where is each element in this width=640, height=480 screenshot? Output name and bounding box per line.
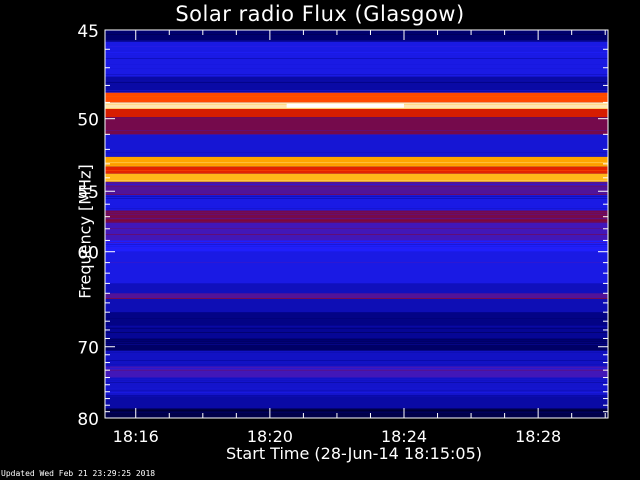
spectrogram-texture-line [105,388,608,389]
spectrogram-texture-line [105,164,608,165]
y-axis-label: Frequency [MHz] [75,164,95,299]
spectrogram-texture-line [105,194,608,195]
spectrogram-texture-line [105,318,608,319]
spectrogram-texture-line [105,92,608,93]
spectrogram-texture-line [105,96,608,97]
spectrogram-texture-line [105,80,608,81]
spectrogram-texture-line [105,208,608,209]
spectrogram-texture-line [105,52,608,53]
spectrogram-texture-line [105,364,608,365]
spectrogram-texture-line [105,392,608,393]
spectrogram-texture-line [105,242,608,243]
spectrogram-texture-line [105,378,608,379]
spectrogram-texture-line [105,410,608,411]
spectrogram-texture-line [105,46,608,47]
spectrogram-texture-line [105,162,608,163]
spectrogram-texture-line [105,218,608,219]
spectrogram-texture-line [105,186,608,187]
spectrogram-texture-line [105,74,608,75]
spectrogram-texture-line [105,222,608,223]
spectrogram-texture-line [105,82,608,83]
spectrogram-texture-line [105,64,608,65]
spectrogram-texture-line [105,360,608,361]
spectrogram-texture-line [105,338,608,339]
spectrogram-texture-line [105,212,608,213]
x-axis-label: Start Time (28-Jun-14 18:15:05) [226,444,482,463]
spectrogram-texture-line [105,344,608,345]
spectrogram-band [105,251,608,284]
spectrogram-texture-line [105,298,608,299]
spectrogram-band [105,30,608,42]
spectrogram-plot: 45505560708018:16 18:20 18:24 18:28 [77,22,609,446]
spectrogram-texture-line [105,328,608,329]
spectrogram-texture-line [105,368,608,369]
spectrogram-texture-line [105,390,608,391]
spectrogram-texture-line [105,108,608,109]
spectrogram-band [105,395,608,409]
spectrogram-texture-line [105,170,608,171]
spectrogram-texture-line [105,326,608,327]
spectrogram-texture-line [105,342,608,343]
spectrogram-band [105,92,608,103]
spectrogram-texture-line [105,412,608,413]
spectrogram-texture-line [105,228,608,229]
spectrogram-texture-line [105,244,608,245]
spectrogram-texture-line [105,220,608,221]
spectrogram-texture-line [105,340,608,341]
spectrogram-band [105,76,608,93]
spectrogram-texture-line [105,214,608,215]
spectrogram-texture-line [105,262,608,263]
spectrogram-texture-line [105,130,608,131]
spectrogram-texture-line [105,58,608,59]
spectrogram-texture-line [105,370,608,371]
spectrogram-band [105,283,608,294]
spectrogram-texture-line [105,50,608,51]
spectrogram-band [105,222,608,241]
spectrogram-texture-line [105,134,608,135]
spectrogram-texture-line [105,180,608,181]
spectrogram-band [105,408,608,418]
spectrogram-texture-line [105,198,608,199]
spectrogram-texture-line [105,90,608,91]
spectrogram-texture-line [105,206,608,207]
spectrogram-texture-line [105,352,608,353]
spectrogram-band [105,117,608,135]
chart-title: Solar radio Flux (Glasgow) [175,2,465,26]
spectrogram-texture-line [105,240,608,241]
spectrogram-texture-line [105,234,608,235]
updated-timestamp: Updated Wed Feb 21 23:29:25 2018 [1,469,156,478]
spectrogram-texture-line [105,396,608,397]
spectrogram-texture-line [105,68,608,69]
y-tick-label: 50 [77,111,99,131]
spectrogram-texture-line [105,332,608,333]
spectrogram-band [105,299,608,313]
spectrogram-texture-line [105,152,608,153]
y-tick-label: 80 [77,410,99,430]
spectrogram-band [105,108,608,118]
spectrogram-texture-line [105,196,608,197]
spectrogram-texture-line [105,184,608,185]
spectrogram-texture-line [105,156,608,157]
spectrogram-texture-line [105,118,608,119]
y-tick-label: 70 [77,339,99,359]
spectrogram-texture-line [105,246,608,247]
spectrogram-texture-line [105,248,608,249]
spectrogram-band [105,156,608,167]
spectrogram-texture-line [105,382,608,383]
spectrogram-texture-line [105,40,608,41]
spectrogram-band [105,181,608,196]
spectrogram-figure: 45 50 55 60 70 80 18:16 18:20 18:24 18:28 Solar r… [0,0,640,480]
spectrogram-texture-line [105,34,608,35]
spectrogram-texture-line [105,54,608,55]
spectrogram-band [105,134,608,157]
hot-streak [286,103,405,108]
spectrogram-texture-line [105,380,608,381]
spectrogram-texture-line [105,224,608,225]
